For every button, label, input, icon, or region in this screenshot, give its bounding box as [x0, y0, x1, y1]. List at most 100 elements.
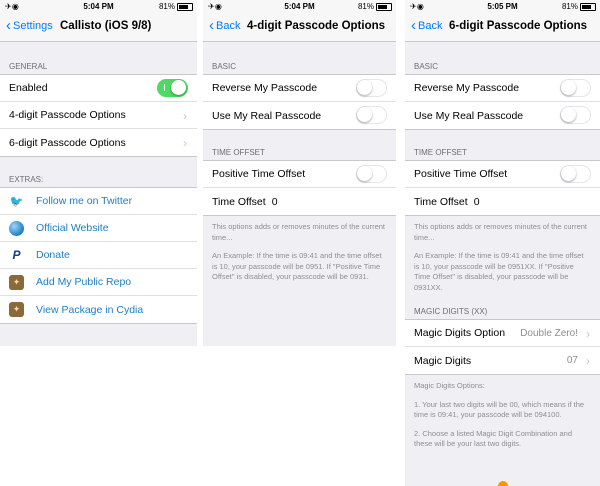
time-offset-label: Time Offset: [212, 195, 266, 208]
footer-description: This options adds or removes minutes of …: [414, 222, 587, 242]
toggle-knob: [357, 80, 372, 95]
magic-digits-option-value: Double Zero!: [520, 328, 578, 339]
positive-offset-label: Positive Time Offset: [414, 168, 508, 180]
back-button-label: Back: [418, 20, 443, 32]
time-offset-input[interactable]: 0: [474, 196, 480, 208]
toggle-knob: [561, 107, 576, 122]
time-offset-label: Time Offset: [414, 195, 468, 208]
add-repo-link-row[interactable]: ✦ Add My Public Repo: [0, 269, 197, 296]
chevron-left-icon: ‹: [411, 17, 416, 34]
toggle-knob: [357, 107, 372, 122]
six-digit-options-label: 6-digit Passcode Options: [9, 136, 126, 149]
real-passcode-row: Use My Real Passcode: [405, 102, 600, 129]
navigation-bar: ‹ Back 6-digit Passcode Options: [405, 14, 600, 42]
enabled-row: Enabled: [0, 75, 197, 102]
battery-percent: 81%: [357, 2, 374, 11]
toggle-knob: [357, 166, 372, 181]
time-offset-row[interactable]: Time Offset 0: [405, 188, 600, 215]
section-header-general: GENERAL: [9, 62, 48, 71]
reverse-passcode-toggle[interactable]: [560, 79, 591, 97]
page-title: Callisto (iOS 9/8): [60, 20, 152, 32]
magic-footer-title: Magic Digits Options:: [414, 381, 485, 390]
battery-percent: 81%: [158, 2, 175, 11]
four-digit-options-row[interactable]: 4-digit Passcode Options ›: [0, 102, 197, 129]
back-button[interactable]: ‹ Settings: [6, 17, 53, 34]
footer-example: An Example: If the time is 09:41 and the…: [414, 251, 584, 292]
magic-digits-label: Magic Digits: [414, 354, 472, 367]
enabled-toggle[interactable]: [157, 79, 188, 97]
chevron-right-icon: ›: [586, 327, 590, 341]
magic-digits-footer: Magic Digits Options: 1. Your last two d…: [405, 375, 600, 450]
page-title: 4-digit Passcode Options: [247, 20, 386, 32]
basic-group: Reverse My Passcode Use My Real Passcode: [203, 74, 396, 130]
footer-example: An Example: If the time is 09:41 and the…: [212, 251, 382, 281]
section-header-time-offset: TIME OFFSET: [212, 148, 265, 157]
magic-footer-item-1: 1. Your last two digits will be 00, whic…: [414, 399, 585, 420]
status-bar: ✈ ◉ 5:05 PM 81%: [405, 0, 600, 14]
positive-offset-row: Positive Time Offset: [405, 161, 600, 188]
reverse-passcode-label: Reverse My Passcode: [212, 82, 318, 94]
six-digit-options-row[interactable]: 6-digit Passcode Options ›: [0, 129, 197, 156]
positive-offset-toggle[interactable]: [356, 165, 387, 183]
globe-icon: [9, 220, 24, 236]
cydia-icon: ✦: [9, 302, 24, 317]
reverse-passcode-label: Reverse My Passcode: [414, 82, 520, 94]
time-offset-row[interactable]: Time Offset 0: [203, 188, 396, 215]
section-header-magic-digits: MAGIC DIGITS (XX): [414, 307, 488, 316]
positive-offset-toggle[interactable]: [560, 165, 591, 183]
reverse-passcode-toggle[interactable]: [356, 79, 387, 97]
time-offset-input[interactable]: 0: [272, 196, 278, 208]
basic-group: Reverse My Passcode Use My Real Passcode: [405, 74, 600, 130]
four-digit-options-label: 4-digit Passcode Options: [9, 109, 126, 121]
cydia-icon: ✦: [9, 274, 24, 290]
magic-digits-option-label: Magic Digits Option: [414, 327, 506, 339]
add-repo-link-label: Add My Public Repo: [36, 276, 132, 288]
battery-status: 81%: [358, 2, 392, 11]
real-passcode-label: Use My Real Passcode: [414, 109, 524, 122]
time-offset-footer: This options adds or removes minutes of …: [405, 216, 600, 293]
magic-digits-option-row[interactable]: Magic Digits Option Double Zero! ›: [405, 320, 600, 347]
twitter-icon: 🐦: [9, 195, 24, 208]
time-offset-group: Positive Time Offset Time Offset 0: [405, 160, 600, 216]
battery-status: 81%: [562, 2, 596, 11]
back-button[interactable]: ‹ Back: [411, 17, 443, 34]
cydia-package-link-label: View Package in Cydia: [36, 303, 144, 316]
scroll-indicator-dot: [497, 481, 508, 486]
twitter-link-row[interactable]: 🐦 Follow me on Twitter: [0, 188, 197, 215]
real-passcode-toggle[interactable]: [560, 106, 591, 124]
chevron-left-icon: ‹: [209, 17, 214, 34]
magic-digits-row[interactable]: Magic Digits 07 ›: [405, 347, 600, 374]
screen-six-digit-options: ✈ ◉ 5:05 PM 81% ‹ Back 6-digit Passcode O…: [405, 0, 600, 486]
toggle-knob: [561, 80, 576, 95]
footer-description: This options adds or removes minutes of …: [212, 222, 385, 242]
section-header-time-offset: TIME OFFSET: [414, 148, 467, 157]
section-header-extras: EXTRAS:: [9, 175, 44, 184]
reverse-passcode-row: Reverse My Passcode: [203, 75, 396, 102]
status-bar: ✈ ◉ 5:04 PM 81%: [0, 0, 197, 14]
real-passcode-toggle[interactable]: [356, 106, 387, 124]
website-link-label: Official Website: [36, 222, 109, 234]
back-button[interactable]: ‹ Back: [209, 17, 240, 34]
time-offset-group: Positive Time Offset Time Offset 0: [203, 160, 396, 216]
chevron-left-icon: ‹: [6, 17, 11, 34]
general-group: Enabled 4-digit Passcode Options › 6-dig…: [0, 74, 197, 157]
navigation-bar: ‹ Back 4-digit Passcode Options: [203, 14, 396, 42]
magic-footer-item-2: 2. Choose a listed Magic Digit Combinati…: [414, 428, 573, 449]
website-link-row[interactable]: Official Website: [0, 215, 197, 242]
battery-icon: [580, 2, 596, 11]
cydia-package-link-row[interactable]: ✦ View Package in Cydia: [0, 296, 197, 323]
donate-link-row[interactable]: P Donate: [0, 242, 197, 269]
paypal-icon: P: [12, 248, 21, 262]
screen-four-digit-options: ✈ ◉ 5:04 PM 81% ‹ Back 4-digit Passcode O…: [203, 0, 396, 346]
chevron-right-icon: ›: [183, 109, 187, 123]
extras-group: 🐦 Follow me on Twitter Official Website …: [0, 187, 197, 324]
enabled-label: Enabled: [9, 82, 48, 94]
chevron-right-icon: ›: [586, 354, 590, 368]
navigation-bar: ‹ Settings Callisto (iOS 9/8): [0, 14, 197, 42]
magic-digits-group: Magic Digits Option Double Zero! › Magic…: [405, 319, 600, 375]
battery-percent: 81%: [561, 2, 578, 11]
back-button-label: Settings: [13, 20, 53, 32]
battery-icon: [177, 2, 193, 11]
positive-offset-label: Positive Time Offset: [212, 168, 306, 180]
magic-digits-value: 07: [566, 355, 578, 366]
